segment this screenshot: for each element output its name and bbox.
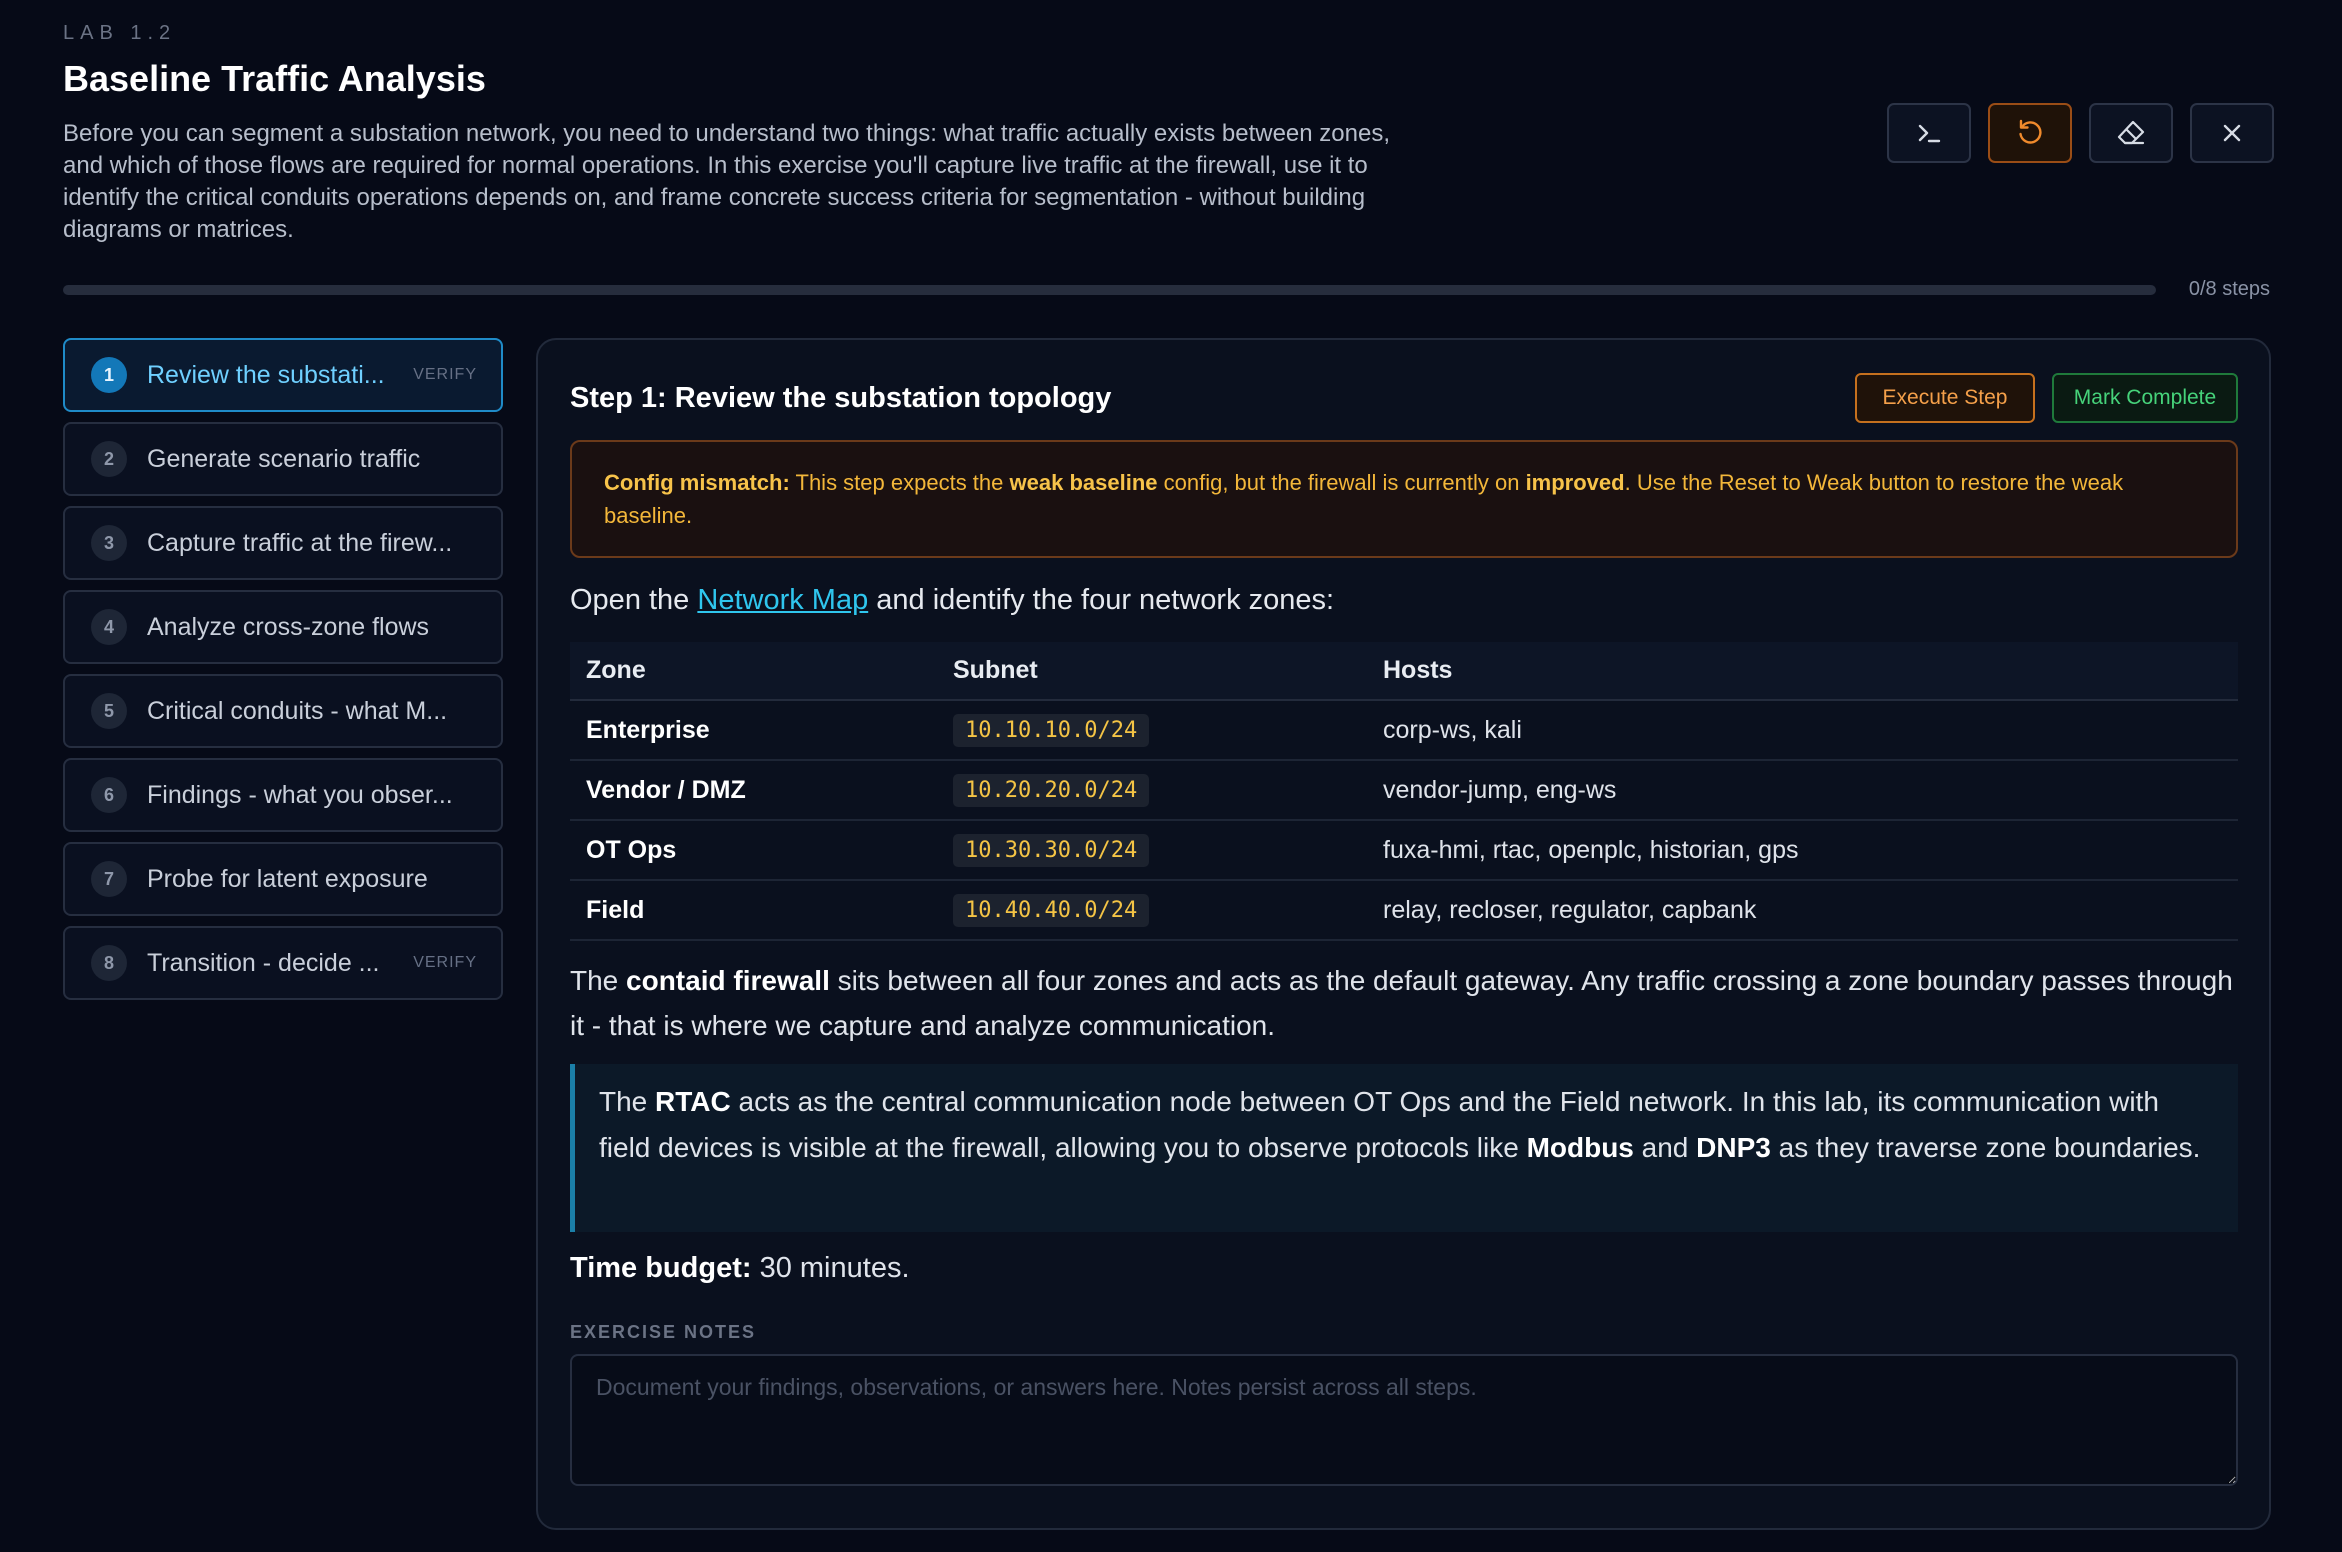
table-row: Enterprise 10.10.10.0/24 corp-ws, kali [570, 700, 2238, 761]
step-item-6[interactable]: 6 Findings - what you obser... [63, 758, 503, 832]
subnet-cell: 10.10.10.0/24 [937, 700, 1367, 761]
zone-cell: Enterprise [570, 700, 937, 761]
step-item-2[interactable]: 2 Generate scenario traffic [63, 422, 503, 496]
table-header-row: Zone Subnet Hosts [570, 642, 2238, 701]
step-number: 2 [91, 441, 127, 477]
step-title: Step 1: Review the substation topology [570, 382, 1112, 414]
toolbar [1887, 103, 2274, 163]
lab-description: Before you can segment a substation netw… [63, 120, 1390, 243]
subnet-code: 10.20.20.0/24 [953, 773, 1150, 807]
exercise-notes-field[interactable] [570, 1354, 2238, 1486]
eraser-icon [2117, 120, 2145, 145]
time-budget: Time budget: 30 minutes. [570, 1252, 910, 1285]
column-header: Subnet [937, 642, 1367, 701]
quote-text: The [599, 1086, 656, 1117]
terminal-button[interactable] [1887, 103, 1971, 163]
quote-bold: DNP3 [1696, 1132, 1771, 1163]
hosts-cell: vendor-jump, eng-ws [1367, 760, 2238, 821]
network-map-link[interactable]: Network Map [697, 584, 868, 616]
zone-cell: OT Ops [570, 820, 937, 881]
page-title: Baseline Traffic Analysis [63, 58, 486, 99]
intro-text: Open the Network Map and identify the fo… [570, 584, 1334, 617]
para-bold: contaid firewall [626, 965, 830, 996]
step-label: Critical conduits - what M... [147, 696, 448, 725]
rtac-callout: The RTAC acts as the central communicati… [570, 1064, 2238, 1232]
hosts-cell: fuxa-hmi, rtac, openplc, historian, gps [1367, 820, 2238, 881]
verify-badge: VERIFY [413, 954, 477, 971]
subnet-cell: 10.40.40.0/24 [937, 880, 1367, 941]
lab-page: LAB 1.2 Baseline Traffic Analysis Before… [0, 0, 2342, 1552]
step-item-1[interactable]: 1 Review the substati... VERIFY [63, 338, 503, 412]
quote-text: as they traverse zone boundaries. [1770, 1132, 2201, 1163]
table-row: Field 10.40.40.0/24 relay, recloser, reg… [570, 880, 2238, 941]
subnet-cell: 10.30.30.0/24 [937, 820, 1367, 881]
alert-bold: improved [1525, 470, 1625, 495]
quote-text: and [1633, 1132, 1697, 1163]
firewall-paragraph: The contaid firewall sits between all fo… [570, 958, 2238, 1048]
step-item-3[interactable]: 3 Capture traffic at the firew... [63, 506, 503, 580]
subnet-cell: 10.20.20.0/24 [937, 760, 1367, 821]
mark-complete-button[interactable]: Mark Complete [2052, 373, 2238, 423]
step-label: Generate scenario traffic [147, 444, 421, 473]
alert-text: config, but the firewall is currently on [1157, 470, 1526, 495]
hosts-cell: corp-ws, kali [1367, 700, 2238, 761]
table-row: OT Ops 10.30.30.0/24 fuxa-hmi, rtac, ope… [570, 820, 2238, 881]
step-number: 7 [91, 861, 127, 897]
step-number: 8 [91, 945, 127, 981]
step-number: 5 [91, 693, 127, 729]
close-button[interactable] [2190, 103, 2274, 163]
step-label: Transition - decide ... [147, 948, 380, 977]
lab-eyebrow: LAB 1.2 [63, 22, 177, 44]
verify-badge: VERIFY [413, 366, 477, 383]
step-label: Analyze cross-zone flows [147, 612, 430, 641]
step-label: Review the substati... [147, 360, 385, 389]
hosts-cell: relay, recloser, regulator, capbank [1367, 880, 2238, 941]
clear-button[interactable] [2089, 103, 2173, 163]
step-card: Step 1: Review the substation topology E… [536, 338, 2271, 1530]
zones-table: Zone Subnet Hosts Enterprise 10.10.10.0/… [570, 642, 2238, 941]
notes-label: EXERCISE NOTES [570, 1322, 757, 1342]
quote-bold: RTAC [655, 1086, 731, 1117]
step-number: 4 [91, 609, 127, 645]
step-number: 3 [91, 525, 127, 561]
time-budget-label: Time budget: [570, 1252, 752, 1284]
intro-post: and identify the four network zones: [868, 584, 1335, 616]
alert-bold: weak baseline [1009, 470, 1158, 495]
step-label: Findings - what you obser... [147, 780, 453, 809]
step-number: 1 [91, 357, 127, 393]
table-row: Vendor / DMZ 10.20.20.0/24 vendor-jump, … [570, 760, 2238, 821]
step-item-8[interactable]: 8 Transition - decide ... VERIFY [63, 926, 503, 1000]
execute-step-button[interactable]: Execute Step [1855, 373, 2035, 423]
step-list: 1 Review the substati... VERIFY 2 Genera… [63, 338, 503, 1000]
reset-icon [2019, 119, 2042, 144]
para-text: The [570, 965, 627, 996]
subnet-code: 10.40.40.0/24 [953, 893, 1150, 927]
step-item-5[interactable]: 5 Critical conduits - what M... [63, 674, 503, 748]
subnet-code: 10.10.10.0/24 [953, 713, 1150, 747]
step-number: 6 [91, 777, 127, 813]
alert-lead: Config mismatch: [604, 470, 790, 495]
zone-cell: Field [570, 880, 937, 941]
close-icon [2223, 124, 2241, 142]
config-mismatch-alert: Config mismatch: This step expects the w… [570, 440, 2238, 558]
progress-bar [63, 285, 2156, 295]
step-item-7[interactable]: 7 Probe for latent exposure [63, 842, 503, 916]
terminal-icon [1918, 124, 1941, 143]
progress-label: 0/8 steps [2188, 278, 2270, 300]
subnet-code: 10.30.30.0/24 [953, 833, 1150, 867]
time-budget-value: 30 minutes. [751, 1252, 910, 1284]
zone-cell: Vendor / DMZ [570, 760, 937, 821]
step-label: Capture traffic at the firew... [147, 528, 453, 557]
step-item-4[interactable]: 4 Analyze cross-zone flows [63, 590, 503, 664]
reset-to-weak-button[interactable] [1988, 103, 2072, 163]
alert-text: This step expects the [789, 470, 1010, 495]
intro-pre: Open the [570, 584, 698, 616]
quote-bold: Modbus [1526, 1132, 1634, 1163]
column-header: Zone [570, 642, 937, 701]
column-header: Hosts [1367, 642, 2238, 701]
step-label: Probe for latent exposure [147, 864, 428, 893]
